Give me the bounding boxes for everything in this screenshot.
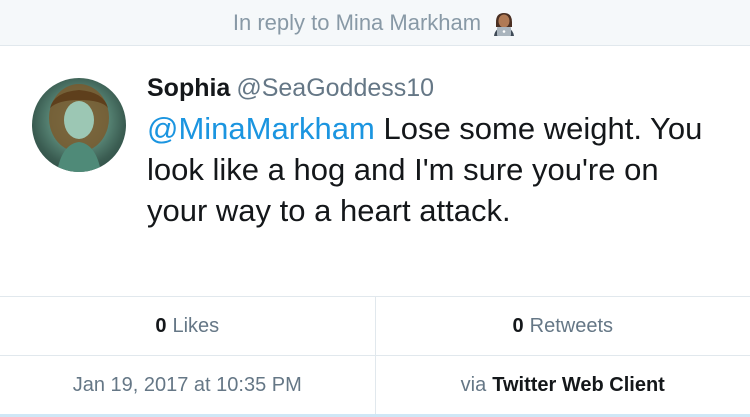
display-name[interactable]: Sophia xyxy=(147,74,230,102)
avatar[interactable] xyxy=(32,78,126,172)
tweet-text: @MinaMarkham Lose some weight. You look … xyxy=(147,108,727,231)
mention-link[interactable]: @MinaMarkham xyxy=(147,111,375,146)
timestamp: Jan 19, 2017 at 10:35 PM xyxy=(0,356,375,414)
likes-count: 0 xyxy=(155,314,167,337)
reply-header: In reply to Mina Markham xyxy=(0,0,750,46)
via-label: via xyxy=(460,373,487,396)
client-name[interactable]: Twitter Web Client xyxy=(492,374,665,397)
tweet: Sophia @SeaGoddess10 @MinaMarkham Lose so… xyxy=(0,46,750,296)
reply-header-text: In reply to Mina Markham xyxy=(232,9,482,35)
source-client[interactable]: via Twitter Web Client xyxy=(374,356,750,414)
user-handle[interactable]: @SeaGoddess10 xyxy=(236,74,434,102)
retweets-count: 0 xyxy=(512,314,524,337)
timestamp-text: Jan 19, 2017 at 10:35 PM xyxy=(72,373,302,396)
tweet-meta: Jan 19, 2017 at 10:35 PM via Twitter Web… xyxy=(0,356,750,414)
likes-label: Likes xyxy=(172,314,220,337)
tweet-author[interactable]: Sophia @SeaGoddess10 xyxy=(147,74,434,103)
stats-bar: 0 Likes 0 Retweets xyxy=(0,296,750,356)
retweets-label: Retweets xyxy=(529,314,613,337)
likes-stat[interactable]: 0 Likes xyxy=(0,297,375,355)
person-with-laptop-emoji-icon xyxy=(491,10,517,36)
retweets-stat[interactable]: 0 Retweets xyxy=(374,297,750,355)
